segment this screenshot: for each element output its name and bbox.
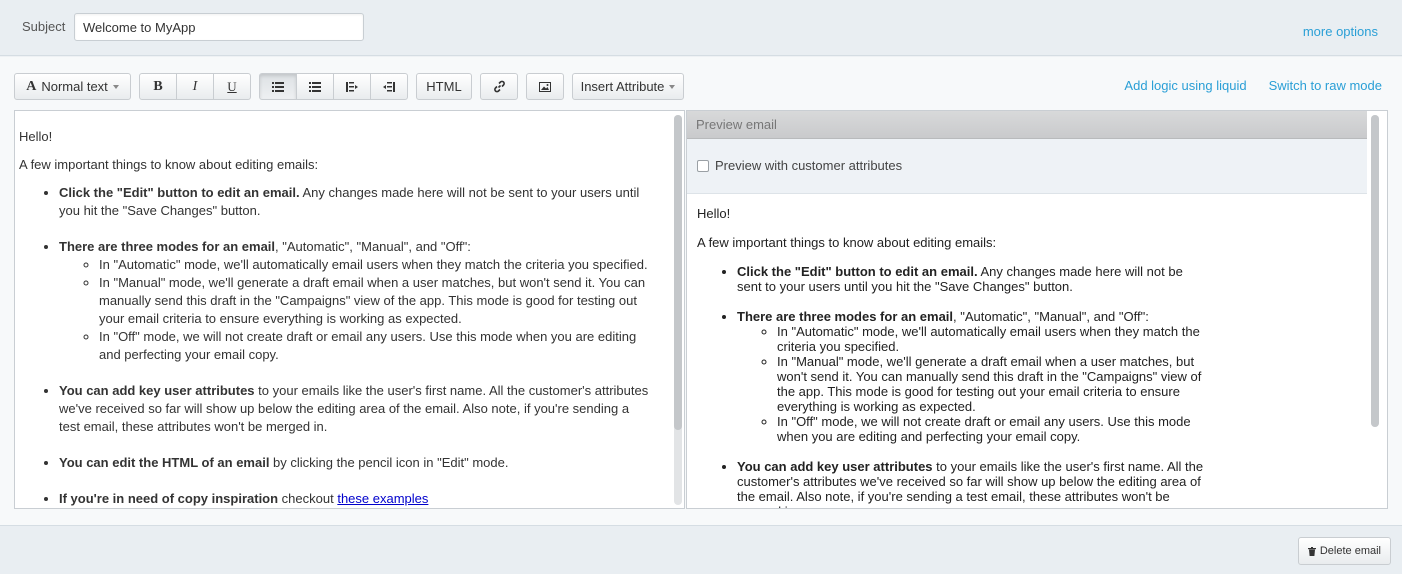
editor-greeting: Hello! [19, 129, 53, 144]
footer-bar: Delete email [0, 525, 1402, 574]
insert-attribute-dropdown[interactable]: Insert Attribute [572, 73, 684, 100]
editor-intro: A few important things to know about edi… [19, 157, 319, 172]
subject-input[interactable] [74, 13, 364, 41]
trash-icon [1307, 546, 1316, 556]
preview-attributes-label[interactable]: Preview with customer attributes [715, 158, 902, 173]
preview-attributes-checkbox[interactable] [697, 160, 709, 172]
text-style-dropdown[interactable]: A Normal text [14, 73, 131, 100]
list-item: In "Automatic" mode, we'll automatically… [777, 324, 1207, 354]
link-icon [493, 80, 505, 93]
italic-button[interactable]: I [176, 73, 214, 100]
list-item: In "Manual" mode, we'll generate a draft… [777, 354, 1207, 414]
indent-button[interactable] [370, 73, 408, 100]
editor-scroll-thumb[interactable] [674, 115, 682, 430]
preview-greeting: Hello! [697, 206, 731, 221]
bullet-list-button[interactable] [259, 73, 297, 100]
preview-tips-list: Click the "Edit" button to edit an email… [737, 264, 1207, 508]
insert-image-button[interactable] [526, 73, 564, 100]
list-item: You can add key user attributes to your … [59, 382, 650, 436]
list-item: If you're in need of copy inspiration ch… [59, 490, 650, 508]
image-icon [539, 81, 551, 92]
list-item: In "Off" mode, we will not create draft … [777, 414, 1207, 444]
preview-intro: A few important things to know about edi… [697, 235, 997, 250]
numbered-list-button[interactable] [296, 73, 334, 100]
preview-scrollbar[interactable] [1371, 115, 1379, 427]
chevron-down-icon [669, 84, 676, 89]
modes-list: In "Automatic" mode, we'll automatically… [777, 324, 1207, 444]
delete-email-label: Delete email [1319, 545, 1381, 557]
insert-link-button[interactable] [480, 73, 518, 100]
list-item: You can add key user attributes to your … [737, 459, 1207, 508]
underline-button[interactable]: U [213, 73, 251, 100]
examples-link[interactable]: these examples [337, 491, 428, 506]
list-item: In "Automatic" mode, we'll automatically… [99, 256, 650, 274]
html-button[interactable]: HTML [416, 73, 472, 100]
subject-label: Subject [22, 19, 66, 34]
chevron-down-icon [112, 84, 119, 89]
numbered-list-icon [309, 81, 321, 92]
indent-icon [383, 81, 395, 92]
email-editor-panel: A Normal text B I U HTML Insert Attribut… [0, 57, 1402, 525]
email-preview: Preview email Preview with customer attr… [686, 110, 1388, 509]
list-item: In "Off" mode, we will not create draft … [99, 328, 650, 364]
outdent-button[interactable] [333, 73, 371, 100]
list-item: There are three modes for an email, "Aut… [59, 238, 650, 364]
modes-list: In "Automatic" mode, we'll automatically… [99, 256, 650, 364]
list-item: In "Manual" mode, we'll generate a draft… [99, 274, 650, 328]
editor-links: Add logic using liquid Switch to raw mod… [1124, 78, 1382, 93]
raw-mode-link[interactable]: Switch to raw mode [1269, 78, 1382, 93]
text-style-icon: A [26, 78, 37, 94]
preview-body: Hello! A few important things to know ab… [697, 206, 1207, 508]
more-options-link[interactable]: more options [1303, 24, 1378, 39]
editor-toolbar: A Normal text B I U HTML Insert Attribut… [14, 73, 684, 100]
editor-content[interactable]: Hello! A few important things to know ab… [15, 111, 670, 508]
list-item: Click the "Edit" button to edit an email… [59, 184, 650, 220]
email-body-editor[interactable]: Hello! A few important things to know ab… [14, 110, 685, 509]
list-item: You can edit the HTML of an email by cli… [59, 454, 650, 472]
subject-bar: Subject more options [0, 0, 1402, 56]
list-item: Click the "Edit" button to edit an email… [737, 264, 1207, 294]
editor-tips-list: Click the "Edit" button to edit an email… [59, 184, 650, 508]
text-style-value: Normal text [41, 79, 108, 94]
preview-scroll-thumb[interactable] [1371, 115, 1379, 427]
insert-attribute-label: Insert Attribute [580, 79, 665, 94]
bold-button[interactable]: B [139, 73, 177, 100]
delete-email-button[interactable]: Delete email [1297, 537, 1391, 565]
preview-options: Preview with customer attributes [687, 139, 1367, 194]
list-item: There are three modes for an email, "Aut… [737, 309, 1207, 444]
add-logic-link[interactable]: Add logic using liquid [1124, 78, 1246, 93]
bullet-list-icon [272, 81, 284, 92]
preview-title: Preview email [687, 111, 1367, 139]
editor-scrollbar[interactable] [674, 115, 682, 505]
outdent-icon [346, 81, 358, 92]
